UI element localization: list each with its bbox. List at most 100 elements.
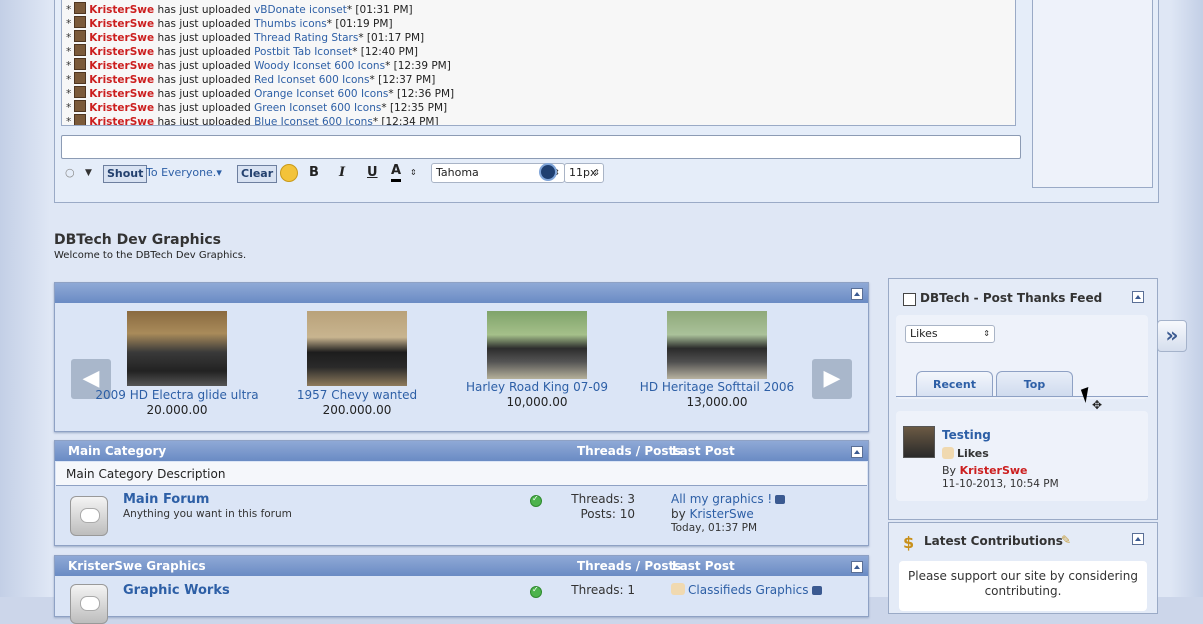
last-post-by: by KristerSwe — [671, 507, 754, 521]
shout-message: * KristerSwe has just uploaded Orange Ico… — [66, 86, 454, 100]
shout-link[interactable]: Thread Rating Stars — [254, 32, 358, 44]
last-post-header: Last Post — [672, 444, 735, 458]
feed-type-select[interactable]: Likes ⇕ — [905, 325, 995, 343]
category-title[interactable]: KristerSwe Graphics — [68, 556, 206, 576]
shout-link[interactable]: vBDonate iconset — [254, 4, 347, 16]
last-post-link[interactable]: All my graphics ! — [671, 492, 786, 506]
carousel-caption-1[interactable]: 2009 HD Electra glide ultra — [87, 388, 267, 402]
last-post-link[interactable]: Classifieds Graphics — [671, 583, 822, 597]
new-posts-icon — [530, 494, 542, 507]
user-icon — [74, 100, 87, 112]
carousel-photo-4[interactable] — [667, 311, 767, 379]
radio-icon[interactable]: ○ — [65, 163, 75, 183]
collapse-icon[interactable] — [1132, 533, 1144, 545]
shout-link[interactable]: Orange Iconset 600 Icons — [254, 88, 388, 100]
user-icon — [74, 30, 87, 42]
collapse-icon[interactable] — [851, 446, 863, 458]
carousel-price-1: 20.000.00 — [146, 403, 208, 417]
entry-by: By KristerSwe — [942, 464, 1028, 477]
shout-text: has just uploaded — [157, 88, 251, 100]
go-to-post-icon[interactable] — [811, 586, 822, 595]
shout-text: has just uploaded — [157, 46, 251, 58]
shout-user[interactable]: KristerSwe — [89, 88, 154, 100]
shout-time: * [12:37 PM] — [369, 74, 436, 86]
shout-link[interactable]: Thumbs icons — [254, 18, 327, 30]
shout-input[interactable] — [61, 135, 1021, 159]
clear-button[interactable]: Clear — [237, 165, 278, 183]
tab-top[interactable]: Top — [996, 371, 1073, 396]
to-everyone-dropdown[interactable]: To Everyone.▾ — [146, 163, 222, 183]
collapse-icon[interactable] — [1132, 291, 1144, 303]
size-select[interactable]: 11px ⇕ — [564, 163, 604, 183]
shout-link[interactable]: Woody Iconset 600 Icons — [254, 60, 385, 72]
shout-log[interactable]: * KristerSwe has just uploaded vBDonate i… — [61, 0, 1016, 126]
collapse-icon[interactable] — [851, 288, 863, 300]
carousel-photo-3[interactable] — [487, 311, 587, 379]
shout-link[interactable]: Green Iconset 600 Icons — [254, 102, 381, 114]
forum-status-icon — [70, 584, 108, 624]
carousel-caption-3[interactable]: Harley Road King 07-09 — [447, 380, 627, 394]
shoutbox-side-box — [1032, 0, 1153, 188]
category-title[interactable]: Main Category — [68, 441, 166, 461]
shout-user[interactable]: KristerSwe — [89, 116, 154, 125]
font-color-button[interactable]: A — [391, 163, 402, 182]
user-icon — [74, 16, 87, 28]
shout-user[interactable]: KristerSwe — [89, 32, 154, 44]
shout-text: has just uploaded — [157, 18, 251, 30]
last-post-by-label: by — [671, 507, 686, 521]
smiley-icon[interactable] — [280, 164, 298, 182]
shout-link[interactable]: Postbit Tab Iconset — [254, 46, 352, 58]
color-wheel-icon[interactable] — [539, 163, 557, 181]
shout-message: * KristerSwe has just uploaded Blue Icons… — [66, 114, 439, 125]
shout-toolbar: ○ ▼ Shout To Everyone.▾ Clear B I U A ⇕ … — [61, 163, 1021, 185]
select-arrows-icon: ⇕ — [983, 329, 990, 338]
to-everyone-label: To Everyone. — [146, 166, 217, 179]
last-post-header: Last Post — [672, 559, 735, 573]
bold-button[interactable]: B — [309, 163, 319, 183]
carousel-photo-2[interactable] — [307, 311, 407, 386]
last-post-title[interactable]: Classifieds Graphics — [688, 583, 809, 597]
collapse-icon[interactable] — [851, 561, 863, 573]
last-post-title[interactable]: All my graphics ! — [671, 492, 772, 506]
color-spinner-icon[interactable]: ⇕ — [410, 163, 417, 183]
underline-button[interactable]: U — [367, 163, 378, 183]
carousel-price-4: 13,000.00 — [686, 395, 748, 409]
shout-user[interactable]: KristerSwe — [89, 18, 154, 30]
go-to-post-icon[interactable] — [775, 495, 786, 504]
tab-divider — [896, 396, 1148, 397]
user-icon — [74, 86, 87, 98]
forum-title[interactable]: Graphic Works — [123, 583, 230, 598]
shout-text: has just uploaded — [157, 32, 251, 44]
post-thanks-feed: DBTech - Post Thanks Feed Likes ⇕ Recent … — [888, 278, 1158, 520]
shout-link[interactable]: Red Iconset 600 Icons — [254, 74, 369, 86]
entry-title[interactable]: Testing — [942, 428, 991, 442]
classifieds-carousel: ◀ ▶ 2009 HD Electra glide ultra 20.000.0… — [54, 282, 869, 432]
shout-button[interactable]: Shout — [103, 165, 148, 183]
shout-star: * — [66, 74, 72, 86]
carousel-caption-2[interactable]: 1957 Chevy wanted — [267, 388, 447, 402]
shout-text: has just uploaded — [157, 102, 251, 114]
tab-recent[interactable]: Recent — [916, 371, 993, 396]
shout-user[interactable]: KristerSwe — [89, 60, 154, 72]
pencil-icon[interactable]: ✎ — [1061, 533, 1071, 547]
forum-title[interactable]: Main Forum — [123, 492, 209, 507]
entry-avatar[interactable] — [903, 426, 935, 458]
entry-user[interactable]: KristerSwe — [960, 464, 1028, 477]
shout-user[interactable]: KristerSwe — [89, 74, 154, 86]
contrib-text: Please support our site by considering c… — [899, 561, 1147, 611]
carousel-next-button[interactable]: ▶ — [812, 359, 852, 399]
sidebar-toggle-button[interactable]: » — [1157, 320, 1187, 352]
thumbs-up-icon — [942, 447, 954, 459]
carousel-photo-1[interactable] — [127, 311, 227, 386]
italic-button[interactable]: I — [339, 163, 345, 183]
page-title: DBTech Dev Graphics — [54, 232, 221, 248]
category-header: Main Category Threads / Posts Last Post — [55, 441, 868, 461]
shout-user[interactable]: KristerSwe — [89, 4, 154, 16]
shout-user[interactable]: KristerSwe — [89, 102, 154, 114]
last-post-user[interactable]: KristerSwe — [690, 507, 754, 521]
carousel-caption-4[interactable]: HD Heritage Softtail 2006 — [627, 380, 807, 394]
dropdown-arrow-icon[interactable]: ▼ — [85, 163, 92, 183]
thanks-feed-title: DBTech - Post Thanks Feed — [920, 291, 1103, 305]
shout-user[interactable]: KristerSwe — [89, 46, 154, 58]
shout-link[interactable]: Blue Iconset 600 Icons — [254, 116, 373, 125]
